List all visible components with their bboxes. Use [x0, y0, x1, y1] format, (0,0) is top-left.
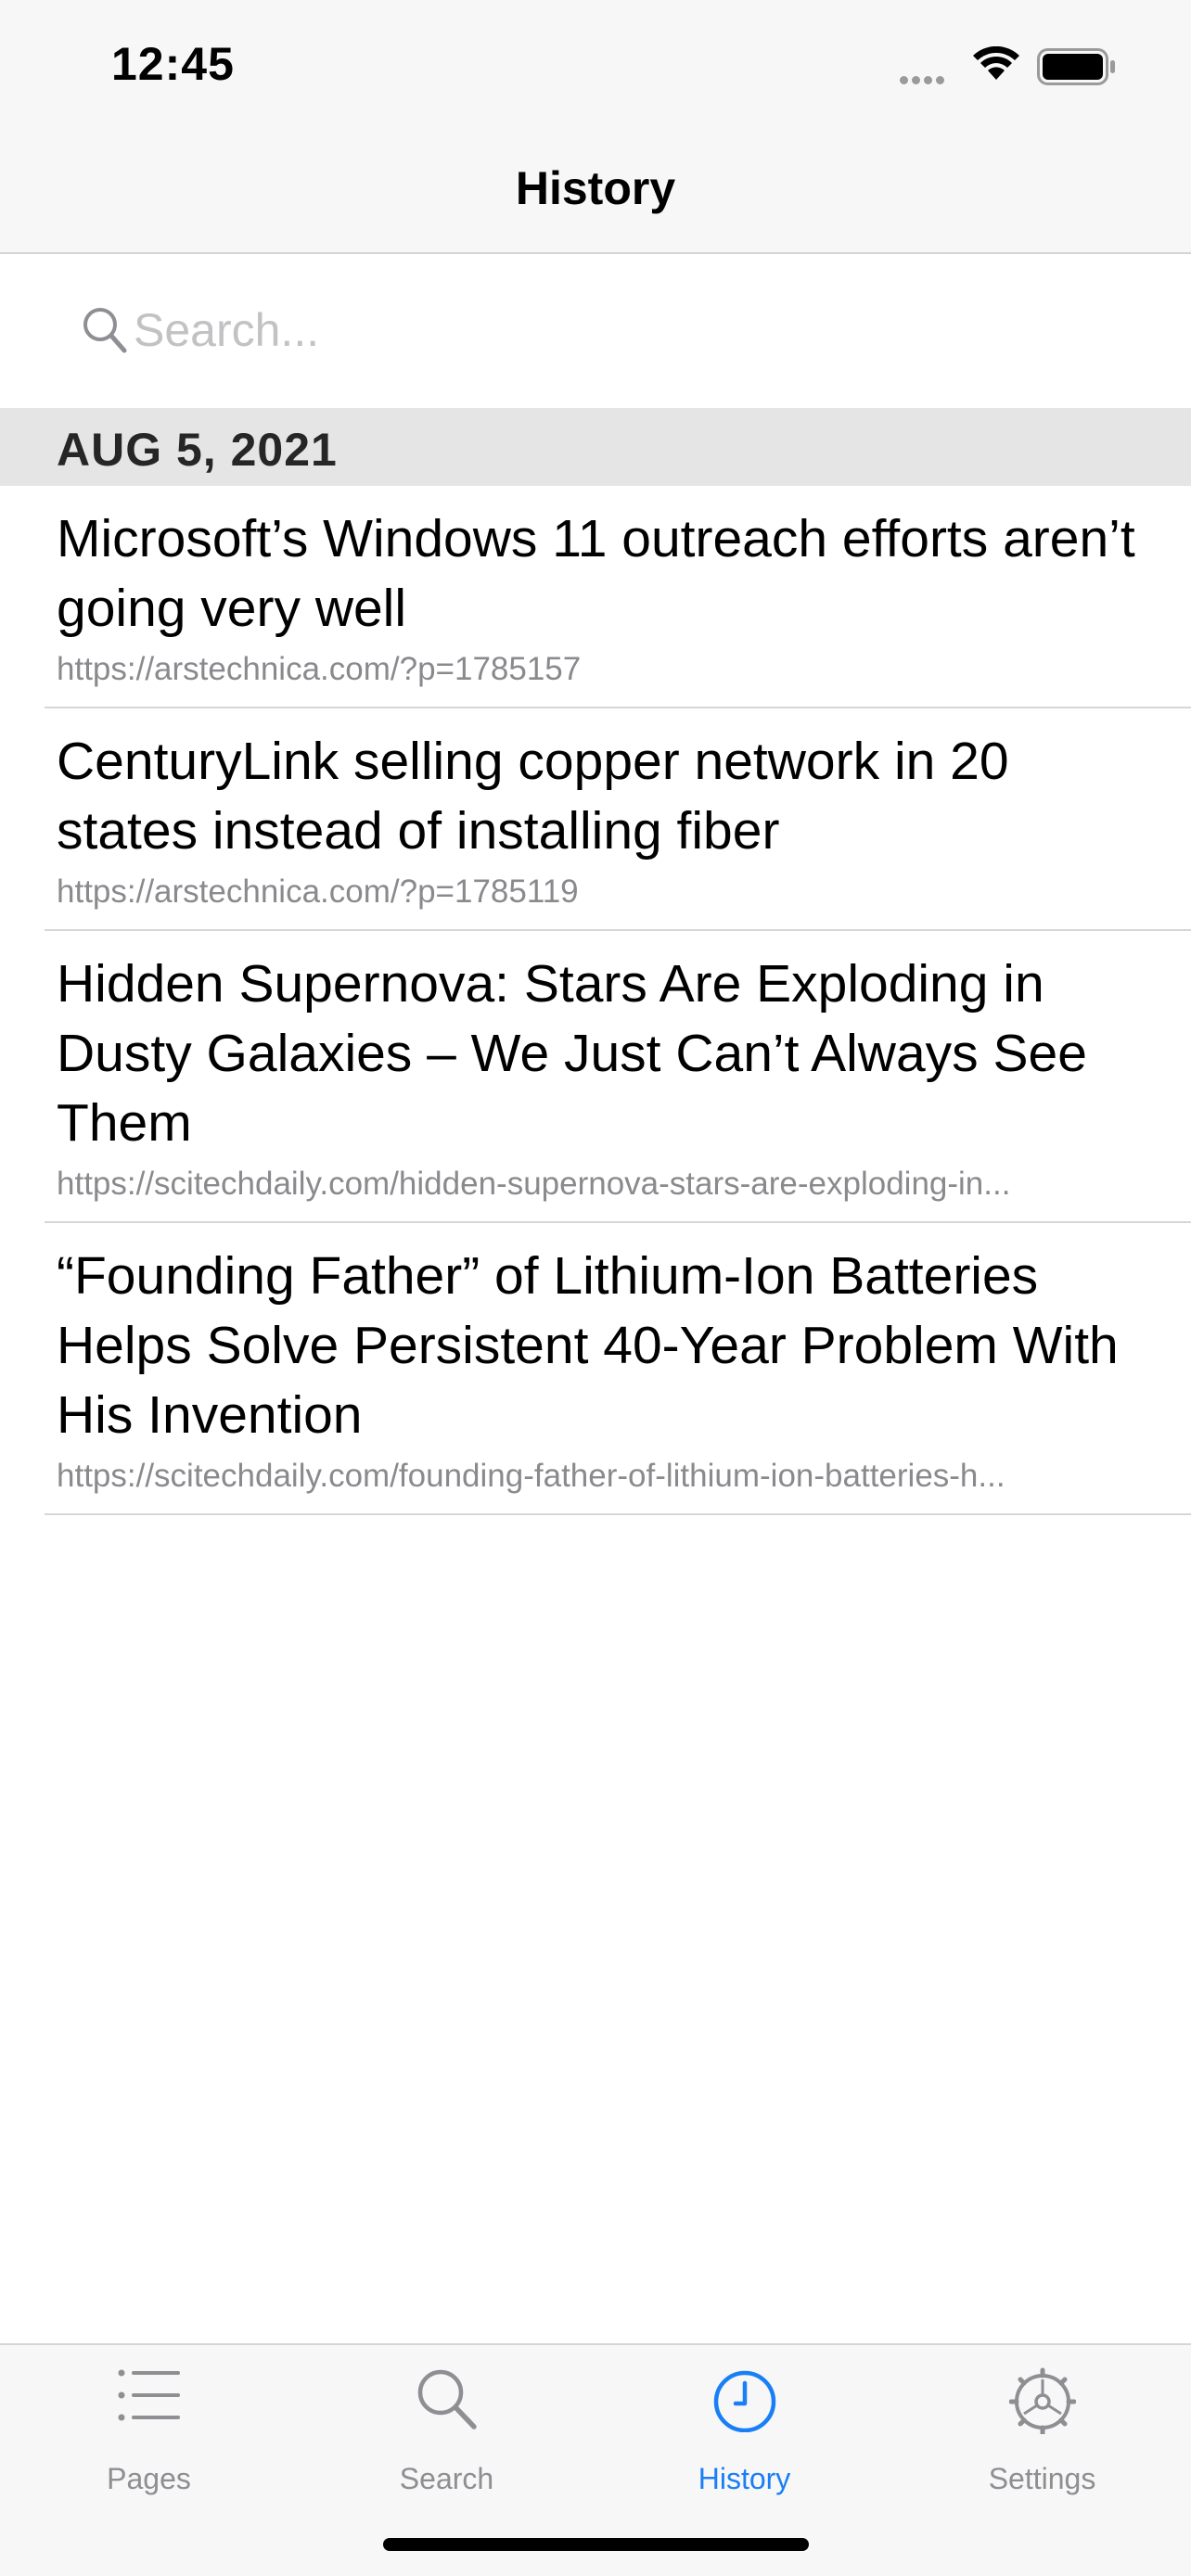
history-item-title: Microsoft’s Windows 11 outreach efforts …: [57, 509, 1135, 638]
home-indicator[interactable]: [383, 2538, 809, 2551]
search-input[interactable]: [134, 295, 1135, 365]
tab-settings[interactable]: Settings: [893, 2345, 1191, 2495]
clock-icon: [713, 2370, 775, 2432]
battery-icon: [1037, 48, 1115, 85]
navigation-bar: History: [0, 139, 1191, 254]
list-icon: [118, 2369, 180, 2421]
search-bar: [0, 256, 1191, 408]
history-item-title: Hidden Supernova: Stars Are Exploding in…: [57, 954, 1087, 1153]
history-screen: 12:45 History AUG 5, 2021 Microso: [0, 0, 1191, 2576]
tab-label: Settings: [988, 2462, 1096, 2495]
wifi-icon: [973, 46, 1019, 80]
history-item[interactable]: “Founding Father” of Lithium-Ion Batteri…: [45, 1223, 1191, 1515]
history-item-url: https://arstechnica.com/?p=1785119: [57, 874, 579, 910]
tab-label: Search: [399, 2462, 494, 2495]
gear-icon: [1008, 2367, 1076, 2434]
search-icon: [417, 2369, 477, 2429]
date-section-header: AUG 5, 2021: [0, 408, 1191, 486]
status-bar: 12:45: [0, 0, 1191, 139]
tab-pages[interactable]: Pages: [0, 2345, 298, 2495]
search-icon: [83, 308, 127, 353]
history-item-url: https://arstechnica.com/?p=1785157: [57, 651, 582, 687]
history-item-url: https://scitechdaily.com/founding-father…: [57, 1458, 1005, 1494]
tab-label: Pages: [107, 2462, 191, 2495]
history-item-title: CenturyLink selling copper network in 20…: [57, 732, 1009, 861]
tab-label: History: [698, 2462, 791, 2495]
tab-history[interactable]: History: [596, 2345, 893, 2495]
history-item-title: “Founding Father” of Lithium-Ion Batteri…: [57, 1246, 1119, 1445]
history-item-url: https://scitechdaily.com/hidden-supernov…: [57, 1166, 1011, 1202]
status-time: 12:45: [111, 38, 235, 90]
section-date: AUG 5, 2021: [57, 424, 338, 476]
cellular-signal-icon: [900, 72, 948, 89]
tab-search[interactable]: Search: [298, 2345, 596, 2495]
history-item[interactable]: Hidden Supernova: Stars Are Exploding in…: [45, 931, 1191, 1223]
history-item[interactable]: Microsoft’s Windows 11 outreach efforts …: [45, 486, 1191, 708]
page-title: History: [515, 162, 676, 214]
history-list: Microsoft’s Windows 11 outreach efforts …: [0, 486, 1191, 1515]
history-item[interactable]: CenturyLink selling copper network in 20…: [45, 708, 1191, 931]
